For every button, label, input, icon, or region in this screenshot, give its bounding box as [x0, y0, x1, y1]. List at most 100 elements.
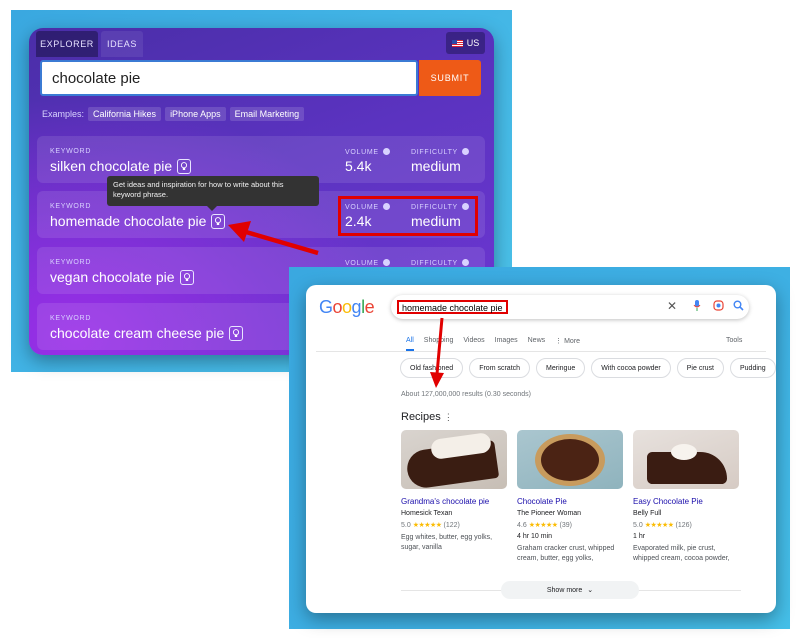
more-options-icon[interactable]: ⋮ — [444, 412, 453, 422]
recipe-ingredients: Egg whites, butter, egg yolks, sugar, va… — [401, 534, 493, 551]
difficulty-label-text: DIFFICULTY — [411, 149, 458, 156]
tab-videos[interactable]: Videos — [463, 337, 484, 351]
recipe-source: Homesick Texan — [401, 510, 453, 517]
keyword-value: silken chocolate pie — [50, 158, 173, 174]
info-icon[interactable] — [382, 259, 390, 266]
info-icon[interactable] — [461, 148, 469, 155]
metrics-highlight-box — [338, 196, 478, 236]
logo-letter: g — [351, 297, 362, 317]
example-chip[interactable]: iPhone Apps — [165, 107, 226, 121]
clear-icon[interactable]: ✕ — [667, 299, 677, 313]
google-nav-tabs: All Shopping Videos Images News ⋮ More — [406, 337, 580, 351]
lightbulb-icon[interactable] — [179, 269, 194, 285]
refine-chip[interactable]: Old fashioned — [400, 358, 464, 378]
recipe-time: 1 hr — [633, 533, 646, 540]
tab-shopping[interactable]: Shopping — [424, 337, 454, 351]
logo-letter: o — [342, 297, 352, 317]
star-rating-icon: ★★★★★ — [644, 522, 674, 529]
tab-all[interactable]: All — [406, 337, 414, 351]
chocolate-filling-shape — [541, 439, 599, 481]
search-icon[interactable] — [733, 300, 744, 314]
keyword-text: chocolate cream cheese pie — [50, 325, 244, 341]
recipe-card[interactable]: Grandma's chocolate pie Homesick Texan 5… — [401, 430, 509, 553]
keyword-value: homemade chocolate pie — [50, 213, 207, 229]
refine-chip[interactable]: Pudding — [730, 358, 776, 378]
star-rating-icon: ★★★★★ — [528, 522, 558, 529]
keyword-search-input[interactable]: chocolate pie — [40, 60, 418, 96]
recipe-image[interactable] — [401, 430, 507, 489]
example-chip[interactable]: California Hikes — [88, 107, 162, 121]
info-icon[interactable] — [461, 259, 469, 266]
recipe-card[interactable]: Chocolate Pie The Pioneer Woman 4.6 ★★★★… — [517, 430, 625, 564]
keyword-value: vegan chocolate pie — [50, 269, 175, 285]
examples-label: Examples: — [42, 109, 85, 119]
keyword-text: silken chocolate pie — [50, 158, 192, 174]
chevron-down-icon: ⌄ — [587, 587, 594, 594]
volume-value: 5.4k — [345, 158, 372, 174]
rating-value: 4.6 — [517, 522, 527, 529]
lightbulb-icon[interactable] — [177, 158, 192, 174]
keyword-label: KEYWORD — [50, 259, 92, 266]
example-chip[interactable]: Email Marketing — [229, 107, 305, 121]
volume-label: VOLUME — [345, 259, 390, 267]
google-search-box[interactable]: homemade chocolate pie ✕ — [391, 295, 749, 319]
recipe-rating: 5.0 ★★★★★ (122) — [401, 521, 509, 529]
tools-button[interactable]: Tools — [726, 337, 742, 344]
keyword-value: chocolate cream cheese pie — [50, 325, 225, 341]
nav-divider — [316, 351, 766, 352]
lens-icon[interactable] — [713, 300, 724, 314]
lightbulb-icon[interactable] — [211, 213, 226, 229]
recipes-heading-text: Recipes — [401, 411, 441, 423]
refine-chip[interactable]: Pie crust — [676, 358, 724, 378]
recipe-rating: 4.6 ★★★★★ (39) — [517, 521, 625, 529]
recipe-ingredients: Graham cracker crust, whipped cream, but… — [517, 545, 615, 562]
logo-letter: e — [364, 297, 375, 317]
recipe-source: Belly Full — [633, 510, 662, 517]
examples-bar: Examples: California Hikes iPhone Apps E… — [42, 107, 305, 121]
recipe-card[interactable]: Easy Chocolate Pie Belly Full 5.0 ★★★★★ … — [633, 430, 741, 564]
keyword-label: KEYWORD — [50, 148, 92, 155]
show-more-label: Show more — [546, 586, 583, 594]
star-rating-icon: ★★★★★ — [412, 522, 442, 529]
recipe-title[interactable]: Grandma's chocolate pie — [401, 497, 509, 506]
google-serp-panel: Google homemade chocolate pie ✕ All Shop… — [306, 285, 776, 613]
volume-label-text: VOLUME — [345, 260, 379, 267]
lightbulb-icon[interactable] — [229, 325, 244, 341]
rating-count: (126) — [675, 522, 692, 529]
show-more-button[interactable]: Show more ⌄ — [501, 581, 639, 599]
lightbulb-tooltip: Get ideas and inspiration for how to wri… — [107, 176, 319, 211]
keyword-label: KEYWORD — [50, 315, 92, 322]
recipes-heading: Recipes ⋮ — [401, 411, 453, 423]
google-logo[interactable]: Google — [319, 297, 375, 318]
tab-ideas[interactable]: IDEAS — [101, 31, 143, 57]
refine-chip[interactable]: Meringue — [536, 358, 586, 378]
tab-more[interactable]: ⋮ More — [555, 337, 580, 351]
refinement-chips: Old fashioned From scratch Meringue With… — [400, 358, 776, 378]
tab-explorer[interactable]: EXPLORER — [36, 31, 98, 57]
country-selector[interactable]: US — [446, 32, 485, 54]
submit-button[interactable]: SUBMIT — [419, 60, 481, 96]
recipe-title[interactable]: Easy Chocolate Pie — [633, 497, 741, 506]
info-icon[interactable] — [382, 148, 390, 155]
refine-chip[interactable]: From scratch — [469, 358, 531, 378]
recipe-title[interactable]: Chocolate Pie — [517, 497, 625, 506]
volume-label-text: VOLUME — [345, 149, 379, 156]
recipe-source: The Pioneer Woman — [517, 510, 582, 517]
tab-news[interactable]: News — [528, 337, 546, 351]
rating-count: (122) — [443, 522, 460, 529]
rating-count: (39) — [559, 522, 572, 529]
tab-images[interactable]: Images — [495, 337, 518, 351]
recipe-image[interactable] — [633, 430, 739, 489]
rating-value: 5.0 — [633, 522, 643, 529]
difficulty-label: DIFFICULTY — [411, 148, 469, 156]
refine-chip[interactable]: With cocoa powder — [591, 358, 671, 378]
more-dots-icon: ⋮ — [555, 338, 565, 345]
whipped-cream-shape — [671, 444, 697, 460]
us-flag-icon — [451, 39, 463, 47]
google-search-query[interactable]: homemade chocolate pie — [397, 300, 508, 314]
recipe-ingredients: Evaporated milk, pie crust, whipped crea… — [633, 545, 730, 562]
recipe-image[interactable] — [517, 430, 623, 489]
logo-letter: G — [319, 297, 333, 317]
recipe-rating: 5.0 ★★★★★ (126) — [633, 521, 741, 529]
mic-icon[interactable] — [693, 300, 701, 314]
